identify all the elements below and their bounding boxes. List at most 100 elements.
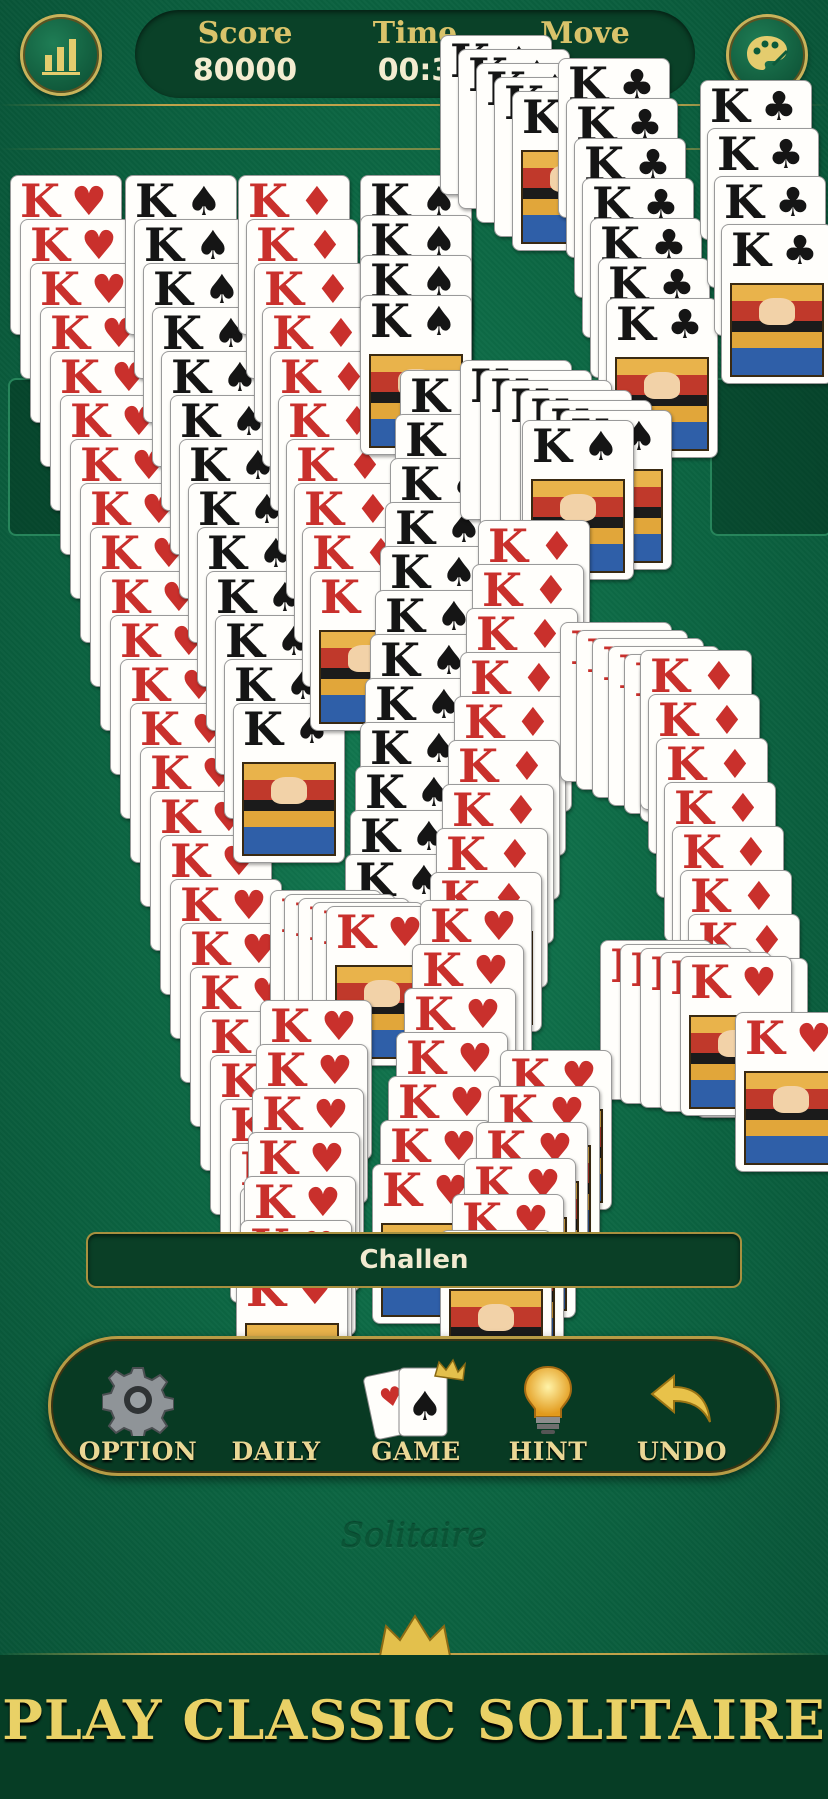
card-rank: K bbox=[724, 176, 764, 229]
card-rank: K bbox=[254, 1176, 294, 1229]
hearts-suit-icon: ♥ bbox=[91, 267, 127, 313]
card-rank: K bbox=[414, 988, 454, 1041]
card-rank: K bbox=[280, 351, 320, 404]
spades-suit-icon: ♠ bbox=[195, 223, 231, 269]
card-rank: K bbox=[20, 175, 60, 228]
clubs-suit-icon: ♣ bbox=[782, 228, 818, 274]
card-rank: K bbox=[452, 784, 492, 837]
card-rank: K bbox=[264, 263, 304, 316]
hearts-suit-icon: ♥ bbox=[465, 992, 501, 1038]
card-rank: K bbox=[406, 1032, 446, 1085]
diamonds-suit-icon: ♦ bbox=[497, 832, 533, 878]
card-rank: K bbox=[243, 703, 283, 756]
card-rank: K bbox=[476, 608, 516, 661]
challenge-bar[interactable]: Challen bbox=[86, 1232, 742, 1288]
diamonds-suit-icon: ♦ bbox=[307, 223, 343, 269]
card-rank: K bbox=[234, 659, 274, 712]
option-button[interactable]: OPTION bbox=[73, 1363, 203, 1466]
diamonds-suit-icon: ♦ bbox=[299, 179, 335, 225]
diamonds-suit-icon: ♦ bbox=[503, 788, 539, 834]
svg-text:♠: ♠ bbox=[407, 1384, 443, 1430]
promo-banner-text: PLAY CLASSIC SOLITAIRE bbox=[2, 1688, 826, 1752]
card-slot[interactable] bbox=[710, 378, 828, 536]
bulb-icon bbox=[523, 1365, 573, 1434]
diamonds-suit-icon: ♦ bbox=[521, 656, 557, 702]
card-rank: K bbox=[80, 439, 120, 492]
card-rank: K bbox=[258, 1132, 298, 1185]
diamonds-suit-icon: ♦ bbox=[709, 698, 745, 744]
card-rank: K bbox=[430, 900, 470, 953]
card-rank: K bbox=[385, 590, 425, 643]
stats-icon bbox=[42, 39, 80, 75]
clubs-suit-icon: ♣ bbox=[775, 180, 811, 226]
card-rank: K bbox=[162, 307, 202, 360]
card-rank: K bbox=[650, 650, 690, 703]
diamonds-suit-icon: ♦ bbox=[539, 524, 575, 570]
spades-suit-icon: ♠ bbox=[186, 179, 222, 225]
card-rank: K bbox=[312, 527, 352, 580]
bottom-toolbar: OPTION DAILY ♥ ♠ GAME HINT UNDO bbox=[48, 1336, 780, 1476]
card-rank: K bbox=[482, 564, 522, 617]
hearts-suit-icon: ♥ bbox=[481, 904, 517, 950]
card-rank: K bbox=[256, 219, 296, 272]
diamonds-suit-icon: ♦ bbox=[701, 654, 737, 700]
undo-label: UNDO bbox=[636, 1437, 728, 1466]
card-rank: K bbox=[390, 1120, 430, 1173]
king-face-art bbox=[730, 283, 824, 377]
cards-icon: ♥ ♠ bbox=[363, 1358, 467, 1440]
daily-label: DAILY bbox=[231, 1437, 321, 1466]
daily-button[interactable]: DAILY bbox=[211, 1363, 341, 1466]
hearts-suit-icon: ♥ bbox=[231, 883, 267, 929]
card-rank: K bbox=[90, 483, 130, 536]
card-rank: K bbox=[198, 483, 238, 536]
card-rank: K bbox=[370, 295, 410, 348]
hint-button[interactable]: HINT bbox=[483, 1363, 613, 1466]
card-rank: K bbox=[370, 722, 410, 775]
score-label: Score bbox=[197, 16, 293, 51]
gear-icon bbox=[102, 1367, 174, 1436]
undo-button[interactable]: UNDO bbox=[617, 1363, 747, 1466]
card-rank: K bbox=[180, 395, 220, 448]
card-rank: K bbox=[446, 828, 486, 881]
hearts-suit-icon: ♥ bbox=[449, 1080, 485, 1126]
playing-card[interactable]: K ♣ bbox=[721, 224, 828, 384]
card-rank: K bbox=[731, 224, 771, 277]
card-rank: K bbox=[190, 923, 230, 976]
stats-button[interactable] bbox=[20, 14, 102, 96]
card-rank: K bbox=[336, 906, 376, 959]
card-rank: K bbox=[210, 1011, 250, 1064]
card-rank: K bbox=[380, 634, 420, 687]
card-rank: K bbox=[248, 175, 288, 228]
card-rank: K bbox=[120, 615, 160, 668]
card-rank: K bbox=[144, 219, 184, 272]
card-rank: K bbox=[100, 527, 140, 580]
hearts-suit-icon: ♥ bbox=[305, 1180, 341, 1226]
card-rank: K bbox=[180, 879, 220, 932]
hearts-suit-icon: ♥ bbox=[71, 179, 107, 225]
card-rank: K bbox=[682, 826, 722, 879]
game-button[interactable]: ♥ ♠ GAME bbox=[351, 1358, 481, 1466]
hearts-suit-icon: ♥ bbox=[457, 1036, 493, 1082]
card-rank: K bbox=[200, 967, 240, 1020]
playing-card[interactable]: K♥ bbox=[735, 1012, 828, 1172]
spades-suit-icon: ♠ bbox=[421, 299, 457, 345]
king-face-art bbox=[242, 762, 336, 856]
card-rank: K bbox=[50, 307, 90, 360]
card-rank: K bbox=[140, 703, 180, 756]
option-label: OPTION bbox=[78, 1437, 198, 1466]
hint-label: HINT bbox=[508, 1437, 588, 1466]
card-rank: K bbox=[304, 483, 344, 536]
card-rank: K bbox=[717, 128, 757, 181]
card-rank: K bbox=[216, 571, 256, 624]
card-rank: K bbox=[532, 420, 572, 473]
diamonds-suit-icon: ♦ bbox=[515, 700, 551, 746]
card-rank: K bbox=[390, 546, 430, 599]
diamonds-suit-icon: ♦ bbox=[733, 830, 769, 876]
card-rank: K bbox=[488, 520, 528, 573]
brand-watermark: Solitaire bbox=[340, 1516, 488, 1556]
card-rank: K bbox=[153, 263, 193, 316]
card-rank: K bbox=[405, 414, 445, 467]
card-rank: K bbox=[690, 956, 730, 1009]
card-rank: K bbox=[160, 791, 200, 844]
card-rank: K bbox=[422, 944, 462, 997]
